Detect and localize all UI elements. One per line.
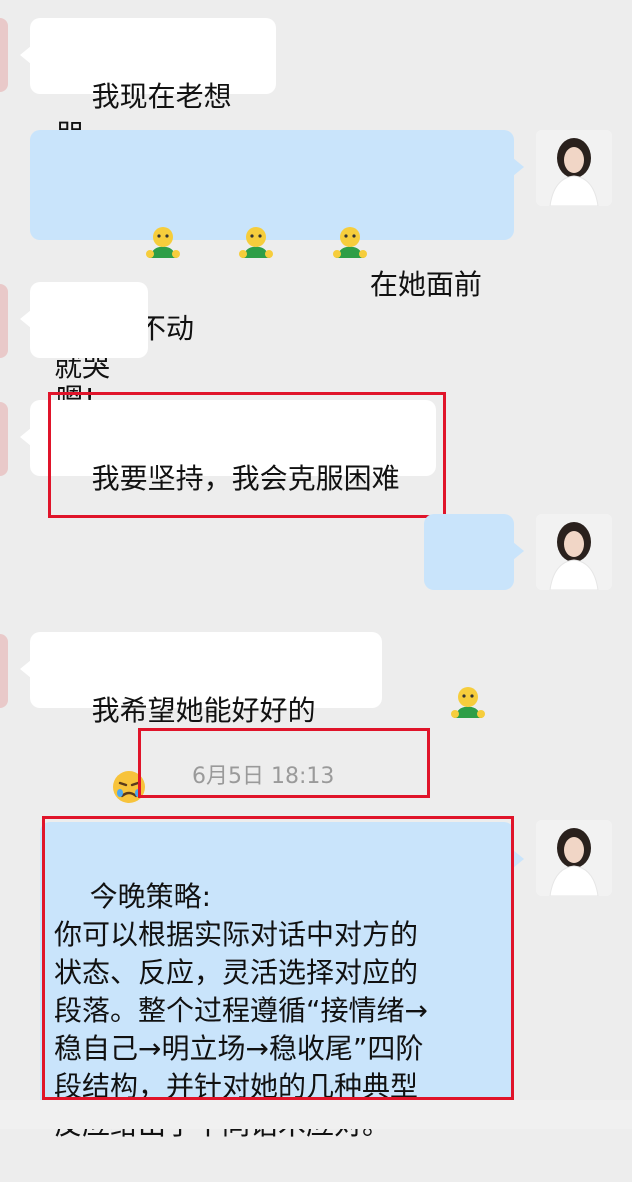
man-shrug-icon xyxy=(276,186,369,310)
message-text: 我希望她能好好的 xyxy=(91,694,316,727)
profile-photo-icon xyxy=(536,130,612,206)
my-avatar[interactable] xyxy=(536,820,612,896)
chat-window: 我现在老想哭 xyxy=(0,0,632,1141)
message-bubble-incoming[interactable]: 我现在老想哭 xyxy=(20,18,276,151)
my-avatar[interactable] xyxy=(536,130,612,206)
man-shrug-icon xyxy=(183,186,276,310)
contact-avatar[interactable] xyxy=(0,18,8,92)
message-bubble-incoming[interactable]: 嗯! xyxy=(20,282,148,415)
message-bubble-incoming[interactable]: 我要坚持，我会克服困难 xyxy=(20,400,436,495)
my-avatar[interactable] xyxy=(536,514,612,590)
man-shrug-icon xyxy=(448,608,490,770)
contact-avatar[interactable] xyxy=(0,402,8,476)
message-bubble-outgoing[interactable]: 今晚策略: 你可以根据实际对话中对方的 状态、反应，灵活选择对应的 段落。整个过… xyxy=(40,822,524,1141)
contact-avatar[interactable] xyxy=(0,284,8,358)
contact-avatar[interactable] xyxy=(0,634,8,708)
message-bubble-incoming[interactable]: 我希望她能好好的 xyxy=(20,632,382,803)
input-bar[interactable] xyxy=(0,1100,632,1129)
profile-photo-icon xyxy=(536,820,612,896)
message-bubble-outgoing[interactable]: 在她面前不能动不动 就哭 xyxy=(30,130,524,383)
timestamp: 6月5日 18:13 xyxy=(192,764,335,789)
message-text: 我要坚持，我会克服困难 xyxy=(91,462,400,495)
message-bubble-outgoing[interactable] xyxy=(424,514,524,718)
profile-photo-icon xyxy=(536,514,612,590)
